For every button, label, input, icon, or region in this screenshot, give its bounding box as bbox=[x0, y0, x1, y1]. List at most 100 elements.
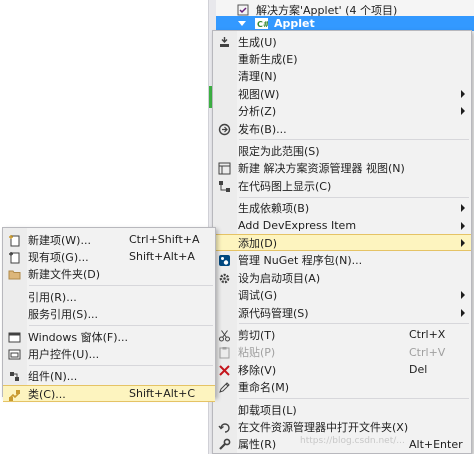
menu-item-shortcut: Shift+Alt+A bbox=[129, 250, 195, 264]
nuget-icon bbox=[217, 254, 231, 268]
context_menu-item-8[interactable]: 在代码图上显示(C) bbox=[213, 177, 471, 194]
rename-icon bbox=[217, 381, 231, 395]
menu-separator bbox=[29, 325, 213, 326]
context_menu-item-12[interactable]: 管理 NuGet 程序包(N)... bbox=[213, 252, 471, 269]
submenu-arrow-icon bbox=[461, 238, 465, 247]
project-label: Applet bbox=[274, 17, 315, 30]
menu-separator bbox=[239, 323, 469, 325]
wrench-icon bbox=[217, 438, 231, 452]
menu-item-shortcut: Shift+Alt+C bbox=[129, 387, 196, 401]
existing-item-icon bbox=[7, 250, 21, 264]
add_submenu-item-5[interactable]: Windows 窗体(F)... bbox=[3, 328, 215, 345]
class-icon bbox=[7, 388, 21, 402]
menu-item-label: 粘贴(P) bbox=[238, 346, 276, 360]
context_menu-item-20[interactable]: 卸载项目(L) bbox=[213, 401, 471, 418]
menu-item-label: 在代码图上显示(C) bbox=[238, 179, 332, 193]
add_submenu-item-4[interactable]: 服务引用(S)... bbox=[3, 306, 215, 323]
paste-icon bbox=[217, 346, 231, 360]
menu-item-label: 限定为此范围(S) bbox=[238, 144, 320, 158]
add_submenu-item-3[interactable]: 引用(R)... bbox=[3, 288, 215, 305]
project-context-menu: 生成(U) 重新生成(E) 清理(N) 视图(W) 分析(Z) 发布(B)... 限定为此范… bbox=[212, 30, 472, 454]
submenu-arrow-icon bbox=[461, 204, 465, 213]
context_menu-item-11[interactable]: 添加(D) bbox=[213, 234, 471, 252]
submenu-arrow-icon bbox=[461, 89, 465, 98]
solution-icon bbox=[236, 4, 250, 16]
project-node-selected[interactable]: C# Applet bbox=[216, 16, 474, 31]
menu-item-label: 类(C)... bbox=[28, 387, 66, 401]
context_menu-item-17: 粘贴(P) Ctrl+V bbox=[213, 344, 471, 361]
remove-icon bbox=[217, 363, 231, 377]
context_menu-item-15[interactable]: 源代码管理(S) bbox=[213, 304, 471, 321]
svg-text:C#: C# bbox=[257, 20, 268, 29]
context_menu-item-5[interactable]: 发布(B)... bbox=[213, 120, 471, 137]
menu-item-label: 视图(W) bbox=[238, 87, 280, 101]
menu-item-label: 属性(R) bbox=[238, 438, 277, 452]
add_submenu-item-2[interactable]: 新建文件夹(D) bbox=[3, 266, 215, 283]
context_menu-item-18[interactable]: 移除(V) Del bbox=[213, 361, 471, 378]
context_menu-item-3[interactable]: 视图(W) bbox=[213, 85, 471, 102]
menu-item-label: 现有项(G)... bbox=[28, 250, 89, 264]
add-submenu: 新建项(W)... Ctrl+Shift+A 现有项(G)... Shift+Alt+… bbox=[2, 227, 216, 403]
add_submenu-item-7[interactable]: 组件(N)... bbox=[3, 368, 215, 385]
context_menu-item-1[interactable]: 重新生成(E) bbox=[213, 50, 471, 67]
expand-arrow-icon[interactable] bbox=[238, 21, 246, 26]
menu-item-shortcut: Ctrl+Shift+A bbox=[129, 233, 200, 246]
menu-separator bbox=[239, 139, 469, 141]
user-control-icon bbox=[7, 347, 21, 361]
solution-node[interactable]: 解决方案'Applet' (4 个项目) bbox=[236, 2, 397, 17]
menu-item-label: 用户控件(U)... bbox=[28, 347, 100, 361]
component-icon bbox=[7, 370, 21, 384]
menu-separator bbox=[29, 364, 213, 366]
windows-form-icon bbox=[7, 330, 21, 344]
menu-item-label: 分析(Z) bbox=[238, 105, 277, 119]
menu-item-label: 添加(D) bbox=[238, 236, 278, 250]
menu-item-label: 发布(B)... bbox=[238, 122, 287, 136]
context_menu-item-13[interactable]: 设为启动项目(A) bbox=[213, 269, 471, 286]
menu-separator bbox=[239, 196, 469, 198]
submenu-arrow-icon bbox=[461, 221, 465, 230]
context_menu-item-2[interactable]: 清理(N) bbox=[213, 68, 471, 85]
menu-item-label: 源代码管理(S) bbox=[238, 306, 309, 320]
context_menu-item-6[interactable]: 限定为此范围(S) bbox=[213, 142, 471, 159]
code-map-icon bbox=[217, 179, 231, 193]
context_menu-item-9[interactable]: 生成依赖项(B) bbox=[213, 200, 471, 217]
menu-item-label: Add DevExpress Item bbox=[238, 219, 357, 232]
publish-icon bbox=[217, 122, 231, 136]
new-folder-icon bbox=[7, 268, 21, 282]
gear-icon bbox=[217, 271, 231, 285]
add_submenu-item-8[interactable]: 类(C)... Shift+Alt+C bbox=[3, 385, 215, 403]
context_menu-item-14[interactable]: 调试(G) bbox=[213, 287, 471, 304]
menu-item-label: 生成(U) bbox=[238, 35, 277, 49]
menu-item-label: 在文件资源管理器中打开文件夹(X) bbox=[238, 420, 409, 434]
menu-item-label: 重命名(M) bbox=[238, 381, 290, 395]
add_submenu-item-1[interactable]: 现有项(G)... Shift+Alt+A bbox=[3, 248, 215, 265]
menu-item-label: 新建项(W)... bbox=[28, 233, 91, 247]
context_menu-item-7[interactable]: 新建 解决方案资源管理器 视图(N) bbox=[213, 160, 471, 177]
menu-item-shortcut: Alt+Enter bbox=[409, 437, 463, 451]
menu-item-label: 调试(G) bbox=[238, 289, 278, 303]
submenu-arrow-icon bbox=[461, 308, 465, 317]
menu-item-label: 生成依赖项(B) bbox=[238, 202, 310, 216]
add_submenu-item-6[interactable]: 用户控件(U)... bbox=[3, 345, 215, 362]
open-folder-icon bbox=[217, 420, 231, 434]
menu-item-label: 引用(R)... bbox=[28, 290, 77, 304]
scissors-icon bbox=[217, 328, 231, 342]
menu-item-label: 卸载项目(L) bbox=[238, 403, 297, 417]
menu-item-label: 设为启动项目(A) bbox=[238, 271, 321, 285]
menu-item-label: 新建文件夹(D) bbox=[28, 268, 101, 282]
menu-item-label: 服务引用(S)... bbox=[28, 308, 99, 322]
context_menu-item-19[interactable]: 重命名(M) bbox=[213, 379, 471, 396]
add_submenu-item-0[interactable]: 新建项(W)... Ctrl+Shift+A bbox=[3, 231, 215, 248]
context_menu-item-21[interactable]: 在文件资源管理器中打开文件夹(X) bbox=[213, 418, 471, 435]
menu-item-label: 重新生成(E) bbox=[238, 52, 298, 66]
menu-separator bbox=[29, 285, 213, 287]
menu-item-shortcut: Del bbox=[409, 363, 428, 377]
context_menu-item-4[interactable]: 分析(Z) bbox=[213, 103, 471, 120]
context_menu-item-16[interactable]: 剪切(T) Ctrl+X bbox=[213, 326, 471, 343]
menu-item-label: Windows 窗体(F)... bbox=[28, 330, 128, 344]
build-icon bbox=[217, 35, 231, 49]
menu-separator bbox=[239, 398, 469, 399]
context_menu-item-0[interactable]: 生成(U) bbox=[213, 33, 471, 50]
context_menu-item-10[interactable]: Add DevExpress Item bbox=[213, 217, 471, 234]
menu-item-shortcut: Ctrl+V bbox=[409, 345, 446, 359]
